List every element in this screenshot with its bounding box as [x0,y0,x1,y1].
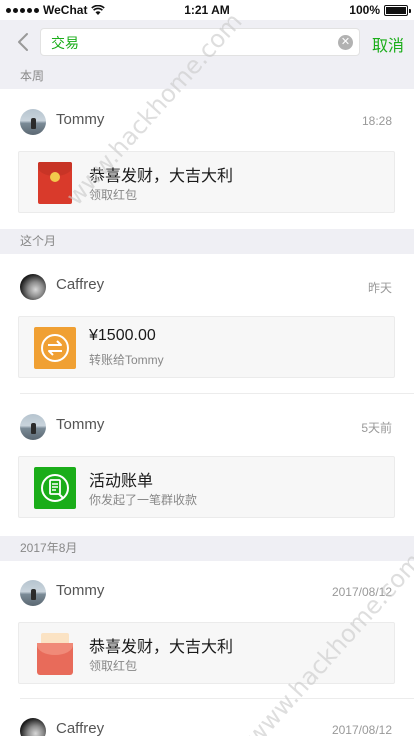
list-item: Caffrey 昨天 ¥1500.00 转账给Tommy [0,254,414,378]
entry-header[interactable]: Caffrey 昨天 [0,254,414,314]
avatar[interactable] [20,109,46,135]
avatar[interactable] [20,580,46,606]
red-packet-opened-icon [37,633,73,675]
cancel-button[interactable]: 取消 [366,32,410,55]
list-item: Caffrey 2017/08/12 [0,698,414,736]
card-subtitle: 领取红包 [89,188,138,202]
entry-header[interactable]: Tommy 18:28 [0,89,414,149]
search-box[interactable]: ✕ [40,28,360,56]
card-title: 恭喜发财，大吉大利 [89,639,234,656]
list-item: Tommy 18:28 恭喜发财，大吉大利 领取红包 [0,89,414,213]
section-header: 这个月 [0,229,414,254]
back-button[interactable] [8,26,38,58]
card-subtitle: 你发起了一笔群收款 [89,493,198,507]
timestamp: 18:28 [361,114,392,128]
contact-name: Tommy [56,416,105,433]
entry-header[interactable]: Tommy 2017/08/12 [0,560,414,620]
status-bar: WeChat 1:21 AM 100% [0,0,414,20]
timestamp: 5天前 [361,421,392,435]
card-subtitle: 转账给Tommy [89,353,164,367]
group-bill-icon [34,467,76,509]
entry-header[interactable]: Tommy 5天前 [0,394,414,454]
avatar[interactable] [20,414,46,440]
contact-name: Tommy [56,582,105,599]
avatar[interactable] [20,274,46,300]
section-header: 本周 [0,64,414,89]
timestamp: 2017/08/12 [331,585,392,599]
section-header: 2017年8月 [0,536,414,561]
search-input[interactable] [51,33,331,53]
avatar[interactable] [20,718,46,736]
battery-group: 100% [349,3,411,17]
search-header: ✕ 取消 [0,20,414,64]
chevron-left-icon [18,33,28,51]
contact-name: Caffrey [56,720,105,736]
red-packet-icon [38,162,72,204]
battery-icon [384,4,411,16]
card-title: 恭喜发财，大吉大利 [89,168,234,185]
red-packet-card[interactable]: 恭喜发财，大吉大利 领取红包 [18,622,395,684]
red-packet-card[interactable]: 恭喜发财，大吉大利 领取红包 [18,151,395,213]
timestamp: 昨天 [367,281,392,295]
card-title: ¥1500.00 [89,327,156,344]
card-title: 活动账单 [89,473,154,490]
battery-percent: 100% [349,3,380,17]
transfer-icon [34,327,76,369]
contact-name: Tommy [56,111,105,128]
clear-icon[interactable]: ✕ [338,35,353,50]
timestamp: 2017/08/12 [331,723,392,736]
contact-name: Caffrey [56,276,105,293]
list-item: Tommy 5天前 活动账单 你发起了一笔群收款 [0,394,414,518]
transfer-card[interactable]: ¥1500.00 转账给Tommy [18,316,395,378]
list-item: Tommy 2017/08/12 恭喜发财，大吉大利 领取红包 [0,560,414,684]
group-bill-card[interactable]: 活动账单 你发起了一笔群收款 [18,456,395,518]
entry-header[interactable]: Caffrey 2017/08/12 [0,698,414,736]
card-subtitle: 领取红包 [89,659,138,673]
